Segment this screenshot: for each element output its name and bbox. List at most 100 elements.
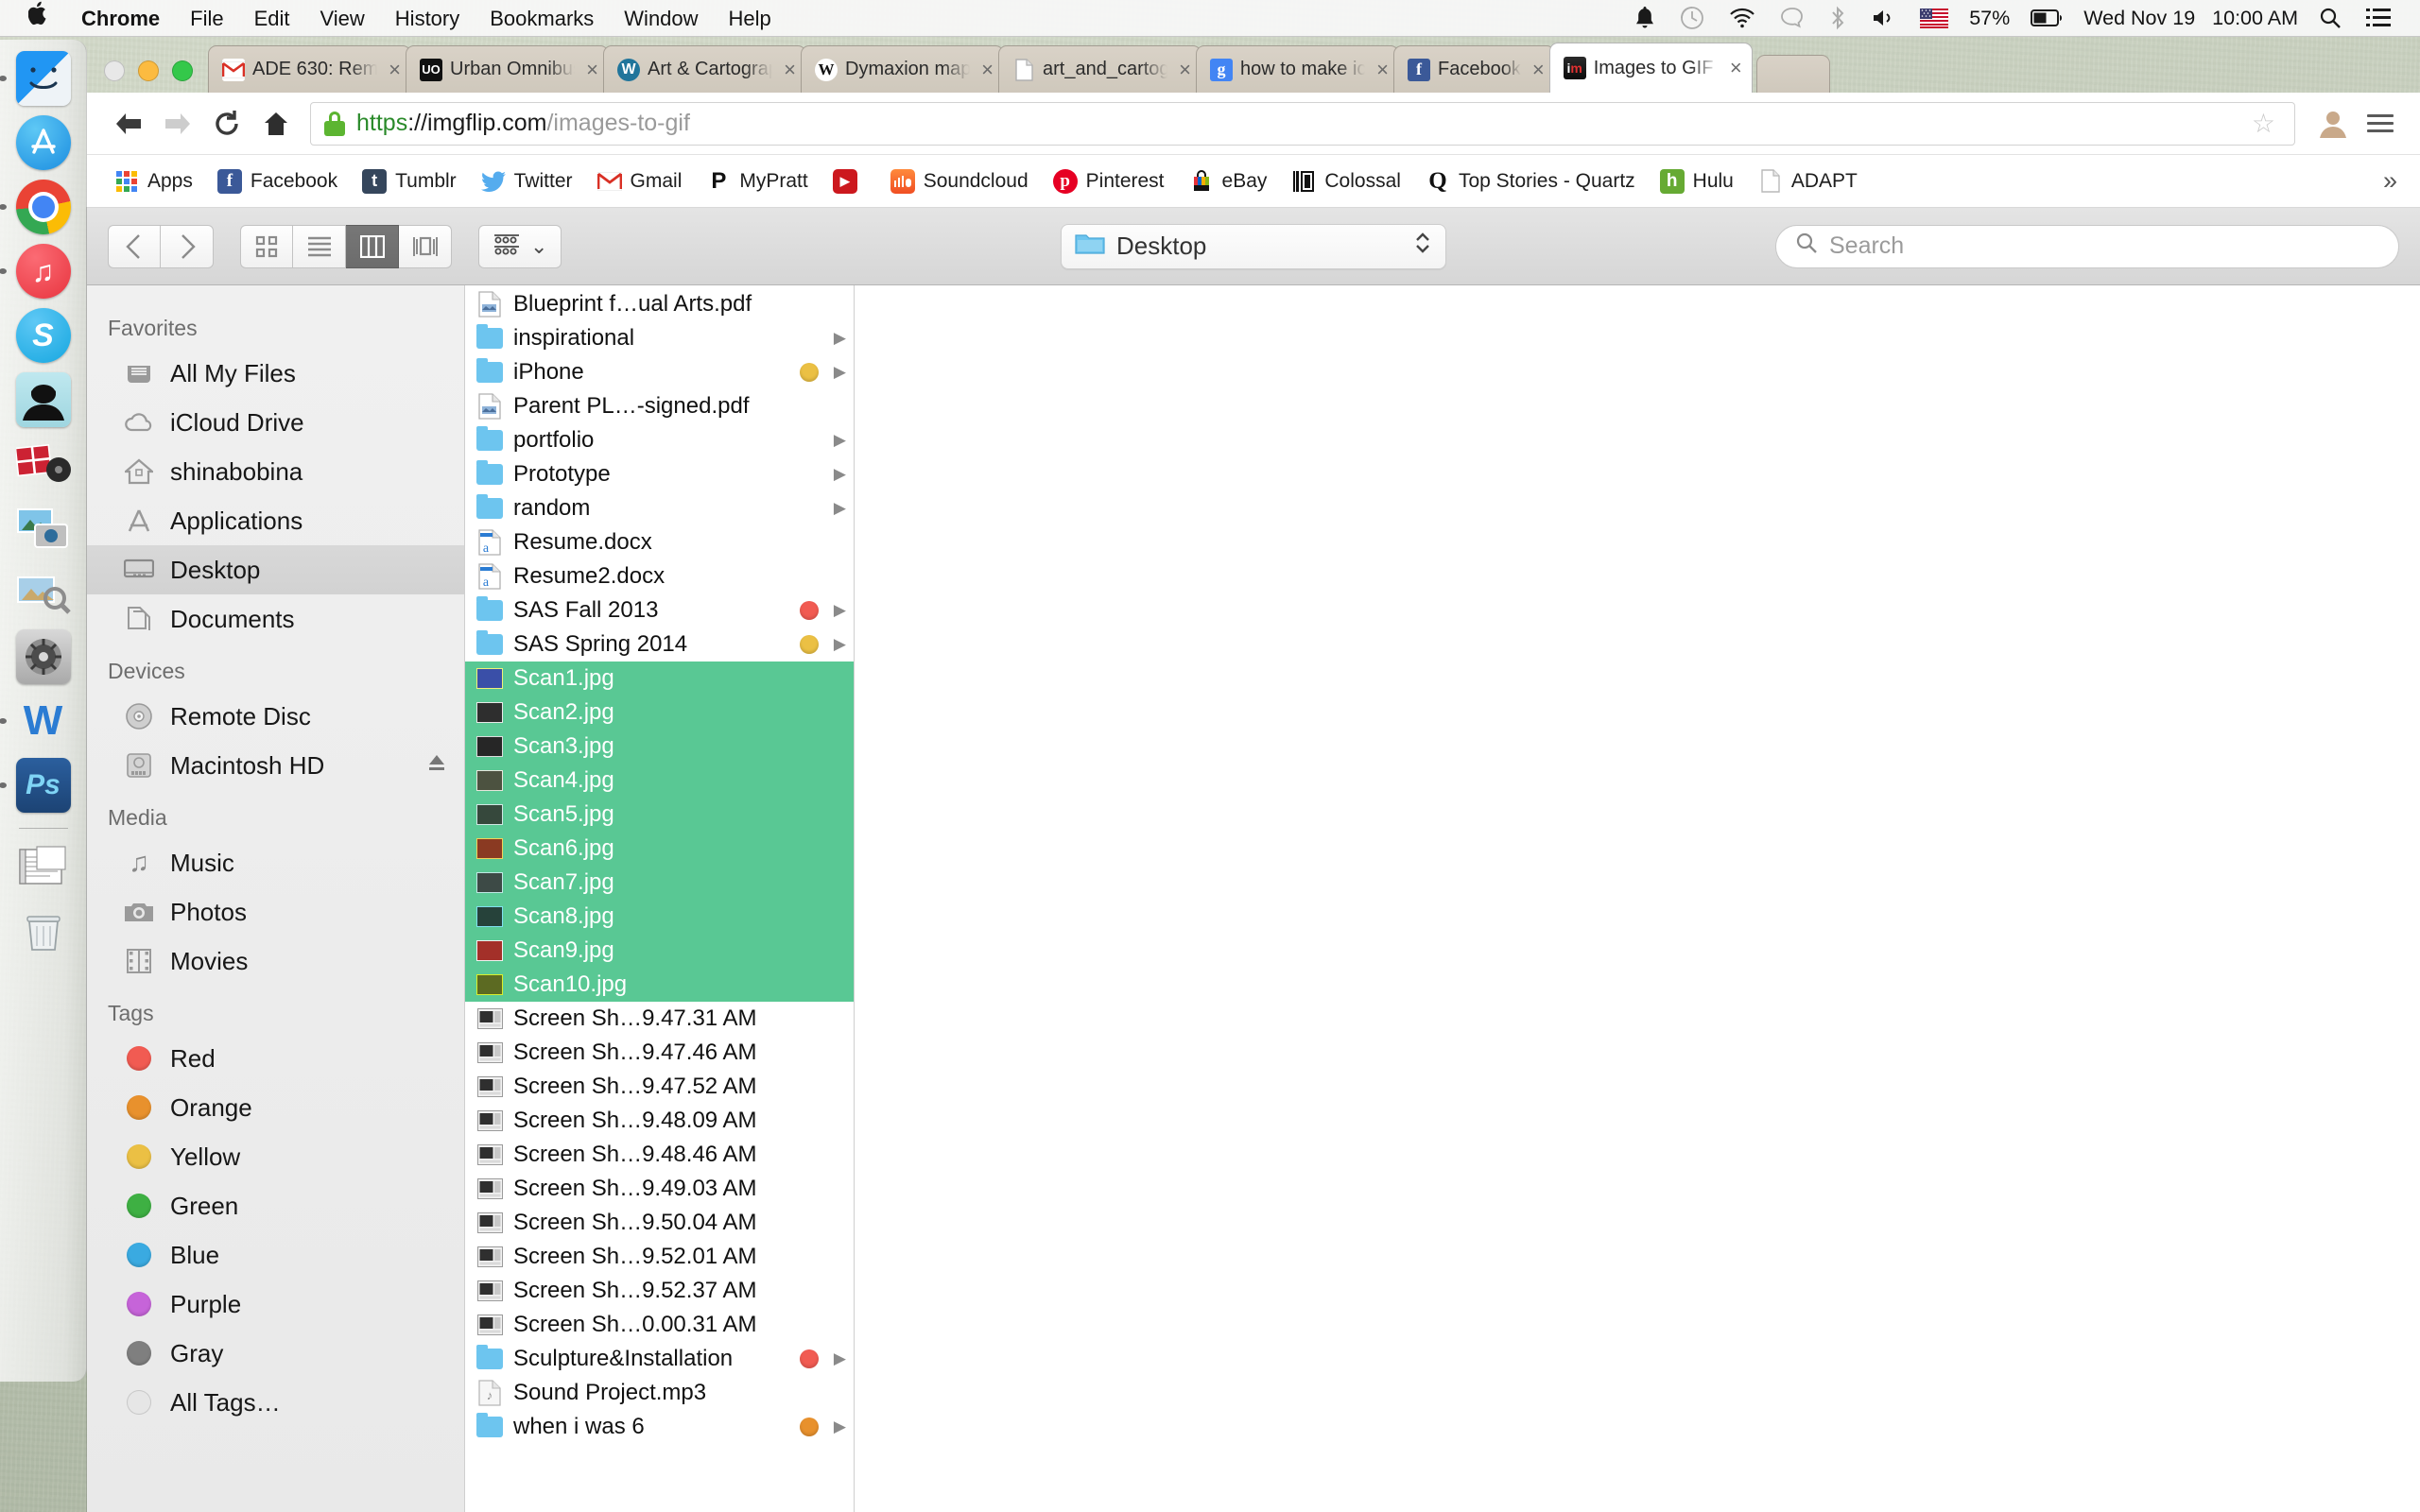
bookmark-colossal[interactable]: Colossal: [1279, 169, 1413, 194]
disclosure-chevron-icon[interactable]: ▶: [829, 465, 846, 484]
window-minimize-button[interactable]: [138, 60, 159, 81]
sidebar-item-tag-orange[interactable]: Orange: [87, 1083, 464, 1132]
file-row[interactable]: iPhone ▶: [465, 355, 854, 389]
notification-center-icon[interactable]: [2354, 0, 2403, 37]
battery-icon[interactable]: [2018, 0, 2075, 37]
file-row-selected[interactable]: Scan3.jpg: [465, 730, 854, 764]
bluetooth-icon[interactable]: [1817, 0, 1858, 37]
reload-icon[interactable]: [202, 99, 251, 148]
file-row[interactable]: Screen Sh…9.47.52 AM: [465, 1070, 854, 1104]
address-bar[interactable]: https://imgflip.com/images-to-gif ☆: [310, 101, 2295, 146]
file-row[interactable]: Screen Sh…9.52.37 AM: [465, 1274, 854, 1308]
file-row-selected[interactable]: Scan8.jpg: [465, 900, 854, 934]
dock-item-preview[interactable]: [14, 499, 73, 558]
list-view-button[interactable]: [293, 224, 346, 268]
file-row[interactable]: SAS Fall 2013 ▶: [465, 593, 854, 627]
bookmarks-overflow-chevron[interactable]: »: [2383, 166, 2405, 196]
sidebar-item-tag-blue[interactable]: Blue: [87, 1230, 464, 1280]
tab-close-icon[interactable]: ×: [1726, 56, 1742, 80]
tab-close-icon[interactable]: ×: [1373, 58, 1389, 82]
dock-item-adium[interactable]: [14, 370, 73, 429]
bookmark-youtube[interactable]: ▶: [821, 168, 878, 194]
apple-logo-icon[interactable]: [21, 0, 66, 37]
bookmark-facebook[interactable]: f Facebook: [205, 168, 350, 194]
star-icon[interactable]: ☆: [2246, 108, 2281, 139]
up-down-chevrons-icon[interactable]: [1413, 229, 1432, 264]
browser-tab-urban-omnibus[interactable]: UO Urban Omnibus ×: [406, 45, 609, 93]
icon-view-button[interactable]: [240, 224, 293, 268]
arrange-items-button[interactable]: ⌄: [478, 224, 562, 268]
tab-close-icon[interactable]: ×: [1175, 58, 1191, 82]
file-row[interactable]: Prototype ▶: [465, 457, 854, 491]
file-row[interactable]: Screen Sh…0.00.31 AM: [465, 1308, 854, 1342]
dock-item-skype[interactable]: S: [14, 306, 73, 365]
menu-history[interactable]: History: [380, 0, 475, 37]
dock-item-finder[interactable]: [0, 49, 73, 108]
bookmark-soundcloud[interactable]: Soundcloud: [878, 168, 1041, 194]
file-row[interactable]: when i was 6 ▶: [465, 1410, 854, 1444]
file-row[interactable]: Screen Sh…9.49.03 AM: [465, 1172, 854, 1206]
browser-tab-art-cartography[interactable]: W Art & Cartograp ×: [603, 45, 806, 93]
forward-arrow-icon[interactable]: [153, 99, 202, 148]
dock-item-image-capture[interactable]: [14, 563, 73, 622]
dock-item-itunes[interactable]: ♫: [0, 242, 73, 301]
tab-close-icon[interactable]: ×: [1529, 58, 1545, 82]
tab-close-icon[interactable]: ×: [780, 58, 796, 82]
file-row[interactable]: Screen Sh…9.47.31 AM: [465, 1002, 854, 1036]
disclosure-chevron-icon[interactable]: ▶: [829, 601, 846, 620]
finder-column-desktop[interactable]: Blueprint f…ual Arts.pdf inspirational ▶ iP…: [465, 285, 855, 1512]
file-row[interactable]: Screen Sh…9.52.01 AM: [465, 1240, 854, 1274]
bookmark-quartz[interactable]: Q Top Stories - Quartz: [1413, 169, 1648, 194]
browser-tab-art-and-cartogr[interactable]: art_and_cartogr ×: [998, 45, 1201, 93]
menu-file[interactable]: File: [175, 0, 238, 37]
dock-item-trash[interactable]: [14, 902, 73, 961]
disclosure-chevron-icon[interactable]: ▶: [829, 1349, 846, 1368]
spotlight-search-icon[interactable]: [2307, 0, 2354, 37]
menu-edit[interactable]: Edit: [239, 0, 305, 37]
disclosure-chevron-icon[interactable]: ▶: [829, 499, 846, 518]
wifi-icon[interactable]: [1717, 0, 1768, 37]
sidebar-item-applications[interactable]: Applications: [87, 496, 464, 545]
dock-item-photo-booth[interactable]: [14, 435, 73, 493]
bookmark-tumblr[interactable]: t Tumblr: [350, 168, 469, 194]
file-row[interactable]: Sculpture&Installation ▶: [465, 1342, 854, 1376]
menu-window[interactable]: Window: [609, 0, 713, 37]
sidebar-item-desktop[interactable]: Desktop: [87, 545, 464, 594]
menu-bookmarks[interactable]: Bookmarks: [475, 0, 609, 37]
new-tab-button[interactable]: [1755, 55, 1830, 93]
back-arrow-icon[interactable]: [104, 99, 153, 148]
menu-app-name[interactable]: Chrome: [66, 0, 175, 37]
bookmark-hulu[interactable]: h Hulu: [1648, 168, 1746, 194]
sidebar-item-movies[interactable]: Movies: [87, 936, 464, 986]
dock-item-microsoft-word[interactable]: W: [0, 692, 73, 750]
sidebar-item-all-my-files[interactable]: All My Files: [87, 349, 464, 398]
hamburger-menu-icon[interactable]: [2358, 114, 2403, 132]
file-row-selected[interactable]: Scan9.jpg: [465, 934, 854, 968]
file-row[interactable]: random ▶: [465, 491, 854, 525]
profile-icon[interactable]: [2308, 99, 2358, 148]
file-row-selected[interactable]: Scan6.jpg: [465, 832, 854, 866]
file-row[interactable]: Parent PL…-signed.pdf: [465, 389, 854, 423]
window-maximize-button[interactable]: [172, 60, 193, 81]
bookmark-twitter[interactable]: Twitter: [469, 169, 585, 194]
finder-forward-button[interactable]: [161, 224, 214, 268]
bookmark-ebay[interactable]: eBay: [1177, 169, 1280, 194]
sidebar-item-all-tags[interactable]: All Tags…: [87, 1378, 464, 1427]
file-row[interactable]: Screen Sh…9.48.09 AM: [465, 1104, 854, 1138]
sidebar-item-tag-red[interactable]: Red: [87, 1034, 464, 1083]
menu-help[interactable]: Help: [714, 0, 786, 37]
file-row-selected[interactable]: Scan2.jpg: [465, 696, 854, 730]
dock-item-documents-stack[interactable]: [14, 838, 73, 897]
window-close-button[interactable]: [104, 60, 125, 81]
file-row-selected[interactable]: Scan10.jpg: [465, 968, 854, 1002]
bookmark-pinterest[interactable]: p Pinterest: [1041, 168, 1177, 194]
dock-item-google-chrome[interactable]: [0, 178, 73, 236]
cover-flow-view-button[interactable]: [399, 224, 452, 268]
bookmark-gmail[interactable]: Gmail: [585, 168, 695, 194]
file-row[interactable]: Screen Sh…9.47.46 AM: [465, 1036, 854, 1070]
dock-item-app-store[interactable]: [14, 113, 73, 172]
home-icon[interactable]: [251, 99, 301, 148]
browser-tab-ade-630[interactable]: ADE 630: Remin ×: [208, 45, 411, 93]
file-row[interactable]: Blueprint f…ual Arts.pdf: [465, 287, 854, 321]
finder-search-field[interactable]: Search: [1775, 224, 2399, 268]
